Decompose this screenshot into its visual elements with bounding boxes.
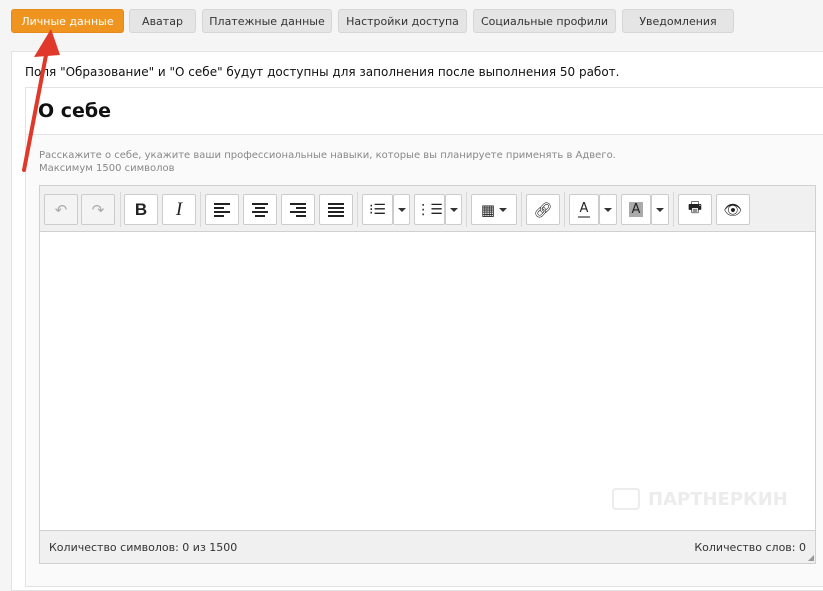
annotation-arrow <box>22 29 60 172</box>
